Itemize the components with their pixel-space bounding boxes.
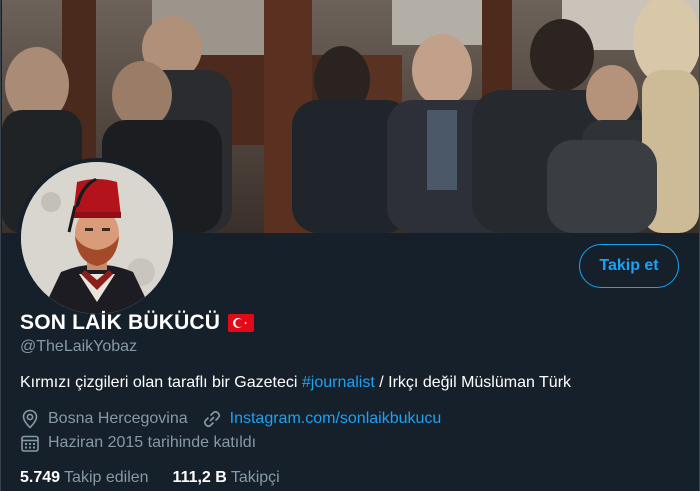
profile-page: Takip et SON LAİK BÜKÜCÜ @TheLaikYobaz K… bbox=[0, 0, 700, 491]
user-handle: @TheLaikYobaz bbox=[20, 338, 138, 355]
following-stat[interactable]: 5.749 Takip edilen bbox=[20, 469, 149, 487]
bio-text: Kırmızı çizgileri olan taraflı bir Gazet… bbox=[20, 374, 302, 391]
profile-stats: 5.749 Takip edilen 111,2 B Takipçi bbox=[20, 469, 280, 487]
following-count: 5.749 bbox=[20, 469, 61, 486]
location-pin-icon bbox=[20, 409, 40, 429]
calendar-icon bbox=[20, 433, 40, 453]
display-name: SON LAİK BÜKÜCÜ bbox=[20, 311, 221, 334]
following-label: Takip edilen bbox=[64, 469, 149, 486]
profile-bio: Kırmızı çizgileri olan taraflı bir Gazet… bbox=[20, 373, 680, 393]
followers-stat[interactable]: 111,2 B Takipçi bbox=[173, 469, 280, 487]
bio-text: / Irkçı değil Müslüman Türk bbox=[374, 374, 572, 391]
followers-label: Takipçi bbox=[230, 469, 280, 486]
profile-meta-joined: Haziran 2015 tarihinde katıldı bbox=[20, 433, 256, 453]
profile-meta-location: Bosna Hercegovina Instagram.com/sonlaikb… bbox=[20, 409, 441, 429]
avatar[interactable] bbox=[17, 158, 177, 318]
profile-website-link[interactable]: Instagram.com/sonlaikbukucu bbox=[230, 410, 442, 428]
avatar-image bbox=[21, 162, 173, 314]
profile-location: Bosna Hercegovina bbox=[48, 410, 188, 427]
followers-count: 111,2 B bbox=[172, 469, 227, 486]
profile-joined-date: Haziran 2015 tarihinde katıldı bbox=[48, 434, 257, 451]
bio-hashtag-link[interactable]: #journalist bbox=[302, 374, 375, 391]
turkey-flag-icon bbox=[228, 314, 255, 332]
link-icon bbox=[202, 409, 222, 429]
profile-name-row: SON LAİK BÜKÜCÜ bbox=[20, 311, 255, 335]
follow-button[interactable]: Takip et bbox=[579, 244, 679, 288]
